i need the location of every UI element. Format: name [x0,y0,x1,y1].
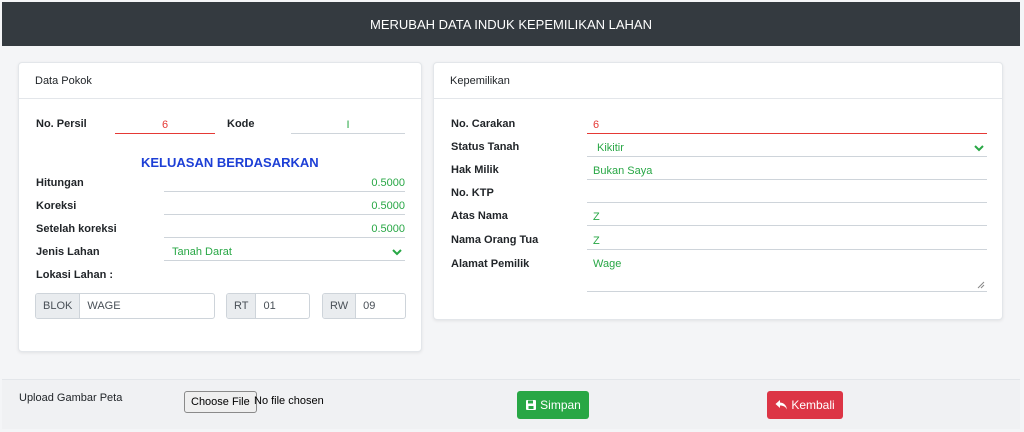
rt-input-group[interactable]: RT 01 [226,293,310,319]
status-tanah-label: Status Tanah [451,141,520,153]
atas-nama-value: Z [593,210,600,223]
atas-nama-input[interactable]: Z [587,208,987,226]
no-carakan-value: 6 [593,118,600,131]
hak-milik-value: Bukan Saya [593,164,653,177]
kode-input[interactable]: I [291,116,405,134]
nama-orang-tua-input[interactable]: Z [587,232,987,250]
status-tanah-select[interactable]: Kikitir [587,139,987,157]
blok-value: WAGE [87,300,121,312]
blok-input-group[interactable]: BLOK WAGE [35,293,215,319]
status-tanah-value: Kikitir [597,141,624,154]
rw-addon: RW [323,294,357,318]
alamat-pemilik-textarea[interactable]: Wage [587,256,987,292]
no-file-text: No file chosen [254,395,324,407]
atas-nama-label: Atas Nama [451,210,508,222]
no-ktp-input[interactable] [587,185,987,203]
resize-handle-icon[interactable] [977,281,985,289]
jenis-lahan-select[interactable]: Tanah Darat [164,243,405,261]
page-title: MERUBAH DATA INDUK KEPEMILIKAN LAHAN [370,16,652,32]
setelah-koreksi-value: 0.5000 [371,222,405,235]
nama-orang-tua-label: Nama Orang Tua [451,234,539,246]
floppy-disk-icon [526,400,537,410]
koreksi-label: Koreksi [36,200,77,212]
data-pokok-card-header: Data Pokok [19,63,421,99]
no-persil-value: 6 [161,118,169,131]
upload-gambar-label: Upload Gambar Peta [19,392,123,404]
kepemilikan-card-header: Kepemilikan [434,63,1002,99]
jenis-lahan-label: Jenis Lahan [36,246,100,258]
hitungan-label: Hitungan [36,177,84,189]
choose-file-button[interactable]: Choose File [184,391,257,413]
setelah-koreksi-input[interactable]: 0.5000 [164,220,405,238]
koreksi-value: 0.5000 [371,199,405,212]
keluasan-heading: KELUASAN BERDASARKAN [141,155,319,170]
rw-value: 09 [363,300,376,312]
kode-label: Kode [227,118,255,130]
no-ktp-label: No. KTP [451,187,494,199]
no-persil-input[interactable]: 6 [115,116,215,134]
kembali-label: Kembali [791,398,835,412]
no-carakan-label: No. Carakan [451,118,516,130]
koreksi-input[interactable]: 0.5000 [164,197,405,215]
simpan-label: Simpan [540,398,581,412]
data-pokok-title: Data Pokok [35,74,92,87]
rt-addon: RT [227,294,257,318]
kepemilikan-title: Kepemilikan [450,74,510,87]
page-header: MERUBAH DATA INDUK KEPEMILIKAN LAHAN [2,2,1020,46]
nama-orang-tua-value: Z [593,234,600,247]
chevron-down-icon [392,249,402,256]
choose-file-label: Choose File [191,396,250,408]
hitungan-input[interactable]: 0.5000 [164,174,405,192]
simpan-button[interactable]: Simpan [517,391,589,419]
no-carakan-input[interactable]: 6 [587,116,987,134]
rw-input-group[interactable]: RW 09 [322,293,406,319]
lokasi-lahan-label: Lokasi Lahan : [36,269,114,281]
no-persil-label: No. Persil [36,118,87,130]
rt-value: 01 [263,300,276,312]
form-footer: Upload Gambar Peta Choose File No file c… [2,379,1020,429]
data-pokok-card: Data Pokok No. Persil 6 Kode I KELUASAN … [18,62,422,352]
blok-addon: BLOK [36,294,81,318]
kode-value: I [346,118,350,131]
kembali-button[interactable]: Kembali [767,391,843,419]
hak-milik-label: Hak Milik [451,164,499,176]
alamat-pemilik-label: Alamat Pemilik [451,258,530,270]
jenis-lahan-value: Tanah Darat [172,245,232,258]
hitungan-value: 0.5000 [371,176,405,189]
kepemilikan-card: Kepemilikan No. Carakan 6 Status Tanah K… [433,62,1003,320]
alamat-pemilik-value: Wage [593,258,622,270]
reply-arrow-icon [775,400,788,410]
setelah-koreksi-label: Setelah koreksi [36,223,117,235]
chevron-down-icon [974,145,984,152]
hak-milik-input[interactable]: Bukan Saya [587,162,987,180]
